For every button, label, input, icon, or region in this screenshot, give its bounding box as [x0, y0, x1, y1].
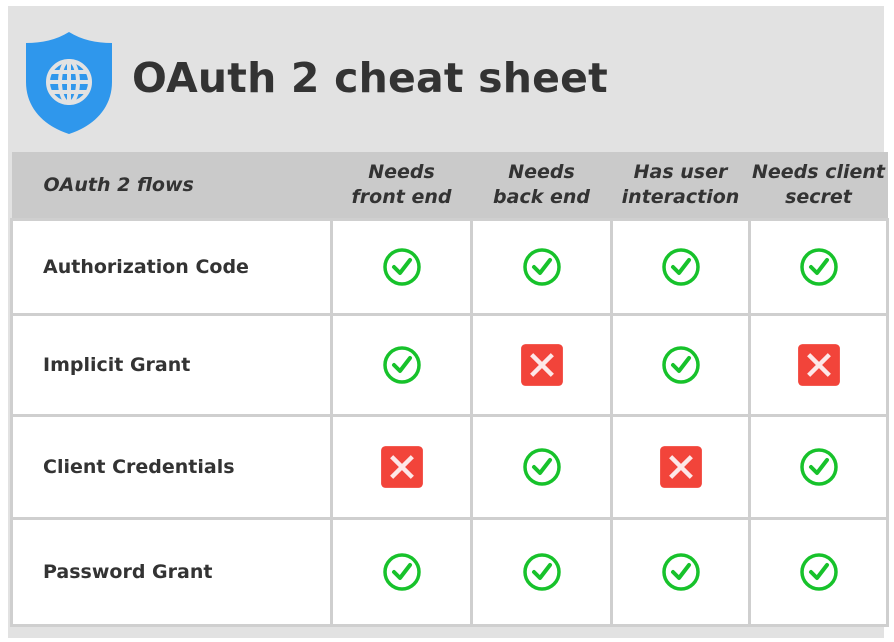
column-header-front-end: Needs front end	[331, 152, 472, 220]
table-cell	[470, 313, 613, 417]
table-cell	[470, 517, 613, 627]
column-header-text: Has user	[633, 161, 728, 183]
table-row: Client Credentials	[10, 414, 889, 520]
page-title: OAuth 2 cheat sheet	[132, 54, 608, 102]
column-header-flows: OAuth 2 flows	[11, 152, 332, 220]
table-row: Password Grant	[10, 517, 889, 627]
header: OAuth 2 cheat sheet	[8, 6, 884, 152]
check-circle-icon	[382, 248, 421, 286]
table-header-row: OAuth 2 flows Needs front end Needs back e…	[11, 152, 888, 220]
flow-name: Password Grant	[10, 517, 333, 627]
table-cell	[610, 218, 751, 316]
x-square-icon	[520, 344, 563, 386]
table-cell	[610, 414, 751, 520]
table-cell	[748, 218, 889, 316]
check-circle-icon	[522, 448, 561, 486]
table-cell	[330, 414, 473, 520]
oauth-flows-table: OAuth 2 flows Needs front end Needs back e…	[10, 152, 889, 627]
flow-name: Implicit Grant	[10, 313, 333, 417]
flow-name: Client Credentials	[10, 414, 333, 520]
check-circle-icon	[382, 553, 421, 591]
x-square-icon	[380, 446, 423, 488]
x-square-icon	[797, 344, 840, 386]
check-circle-icon	[799, 248, 838, 286]
x-square-icon	[659, 446, 702, 488]
table-cell	[748, 517, 889, 627]
check-circle-icon	[382, 346, 421, 384]
column-header-text: OAuth 2 flows	[43, 173, 194, 196]
table-row: Authorization Code	[10, 218, 889, 316]
column-header-user-interaction: Has user interaction	[611, 152, 750, 220]
table-cell	[610, 517, 751, 627]
table-cell	[748, 414, 889, 520]
column-header-text: front end	[351, 186, 452, 208]
check-circle-icon	[799, 448, 838, 486]
check-circle-icon	[661, 248, 700, 286]
column-header-text: interaction	[621, 186, 740, 208]
check-circle-icon	[661, 553, 700, 591]
table-cell	[748, 313, 889, 417]
column-header-text: Needs	[508, 161, 575, 183]
column-header-text: Needs client	[752, 161, 885, 183]
table-row: Implicit Grant	[10, 313, 889, 417]
column-header-text: back end	[493, 186, 590, 208]
column-header-text: Needs	[368, 161, 435, 183]
table-cell	[330, 313, 473, 417]
check-circle-icon	[522, 553, 561, 591]
table-cell	[330, 218, 473, 316]
column-header-client-secret: Needs client secret	[749, 152, 888, 220]
check-circle-icon	[799, 553, 838, 591]
flow-name: Authorization Code	[10, 218, 333, 316]
table-cell	[470, 218, 613, 316]
shield-globe-icon	[26, 32, 112, 134]
check-circle-icon	[522, 248, 561, 286]
table-cell	[610, 313, 751, 417]
column-header-back-end: Needs back end	[471, 152, 612, 220]
table-cell	[330, 517, 473, 627]
cheat-sheet: OAuth 2 cheat sheet OAuth 2 flows Needs f…	[8, 6, 889, 638]
table-cell	[470, 414, 613, 520]
check-circle-icon	[661, 346, 700, 384]
column-header-text: secret	[785, 186, 852, 208]
